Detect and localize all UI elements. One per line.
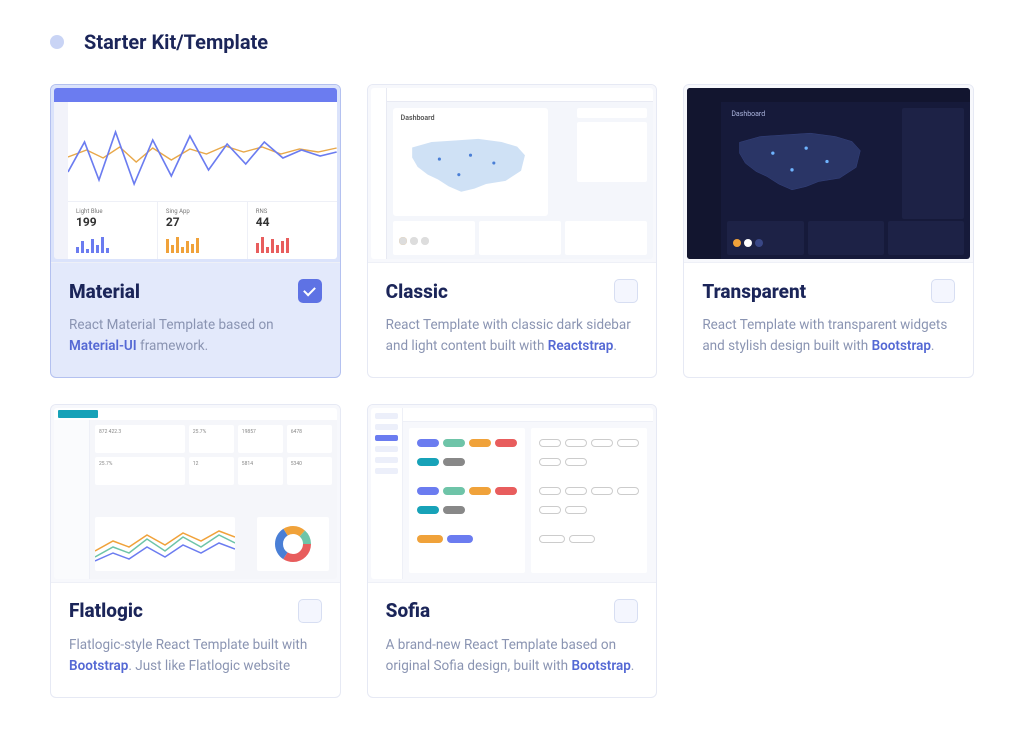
template-description: Flatlogic-style React Template built wit…: [69, 635, 322, 677]
section-header: Starter Kit/Template: [50, 30, 974, 54]
template-thumbnail: Dashboard: [684, 85, 973, 263]
template-checkbox[interactable]: [298, 599, 322, 623]
framework-link[interactable]: Bootstrap: [571, 658, 630, 674]
template-card-classic[interactable]: Dashboard: [367, 84, 658, 378]
template-title: Sofia: [386, 599, 430, 622]
template-title: Transparent: [702, 280, 806, 303]
template-checkbox[interactable]: [614, 599, 638, 623]
section-title: Starter Kit/Template: [84, 30, 268, 54]
framework-link[interactable]: Bootstrap: [872, 338, 931, 354]
template-description: React Template with transparent widgets …: [702, 315, 955, 357]
template-description: A brand-new React Template based on orig…: [386, 635, 639, 677]
framework-link[interactable]: Material-UI: [69, 338, 137, 354]
template-thumbnail: 872 422.3 25.7% 19857 6478 25.7% 12 5814…: [51, 405, 340, 583]
bullet-icon: [50, 35, 64, 49]
template-description: React Material Template based on Materia…: [69, 315, 322, 357]
framework-link[interactable]: Bootstrap: [69, 658, 128, 674]
template-thumbnail: Dashboard: [368, 85, 657, 263]
template-checkbox[interactable]: [931, 279, 955, 303]
template-grid: Light Blue199 Sing App27 RNS44 Material: [50, 84, 974, 698]
template-checkbox[interactable]: [614, 279, 638, 303]
template-thumbnail: [368, 405, 657, 583]
template-card-flatlogic[interactable]: 872 422.3 25.7% 19857 6478 25.7% 12 5814…: [50, 404, 341, 698]
template-title: Material: [69, 280, 140, 303]
template-checkbox[interactable]: [298, 279, 322, 303]
template-card-sofia[interactable]: Sofia A brand-new React Template based o…: [367, 404, 658, 698]
template-title: Flatlogic: [69, 599, 143, 622]
framework-link[interactable]: Reactstrap: [548, 338, 614, 354]
template-card-material[interactable]: Light Blue199 Sing App27 RNS44 Material: [50, 84, 341, 378]
template-thumbnail: Light Blue199 Sing App27 RNS44: [51, 85, 340, 263]
template-card-transparent[interactable]: Dashboard Transparen: [683, 84, 974, 378]
template-title: Classic: [386, 280, 448, 303]
template-description: React Template with classic dark sidebar…: [386, 315, 639, 357]
